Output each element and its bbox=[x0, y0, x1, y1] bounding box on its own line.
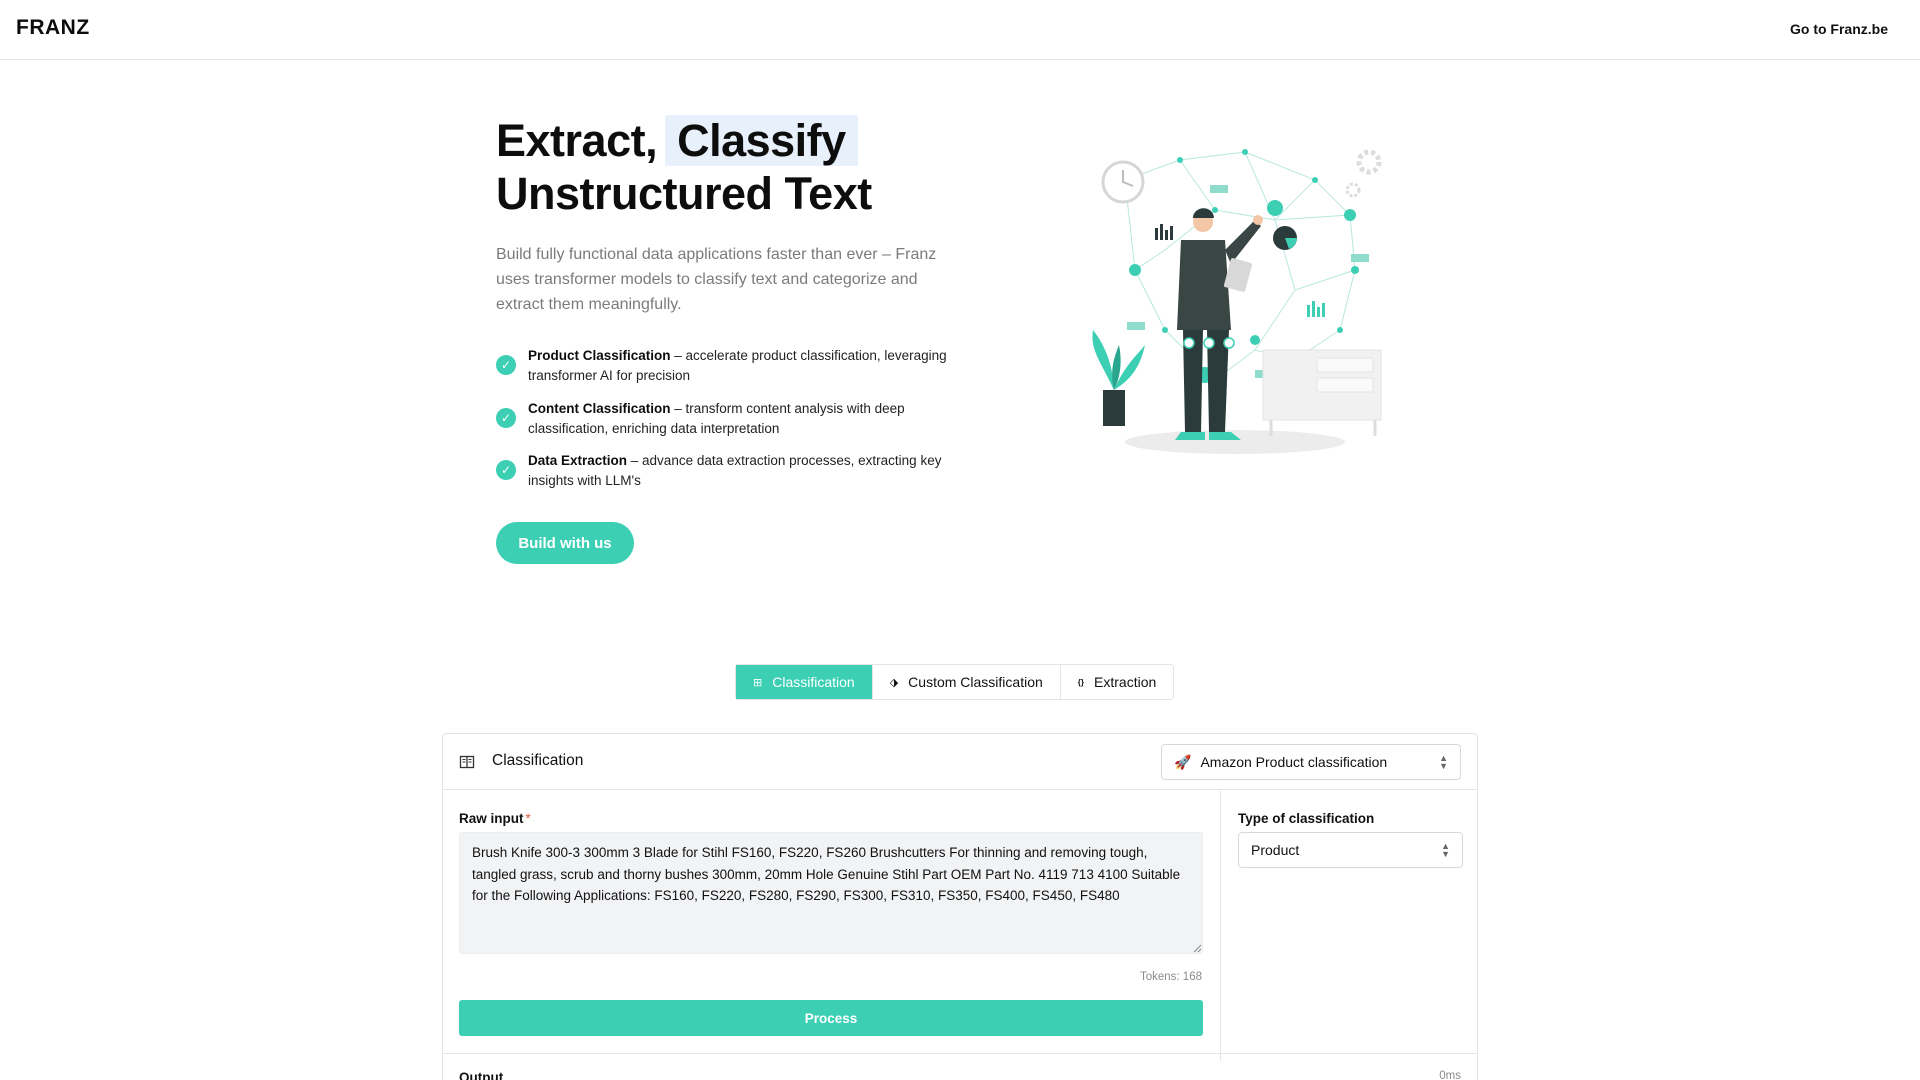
go-to-franz-link[interactable]: Go to Franz.be bbox=[1790, 21, 1888, 37]
feature-item: ✓ Data Extraction – advance data extract… bbox=[496, 451, 976, 491]
output-section: Output 0ms bbox=[443, 1053, 1477, 1080]
preset-select[interactable]: 🚀 Amazon Product classification ▲ ▼ bbox=[1161, 744, 1461, 780]
rocket-icon: 🚀 bbox=[1174, 753, 1192, 770]
tag-icon: ⬗ bbox=[889, 676, 899, 689]
classification-panel: Classification 🚀 Amazon Product classifi… bbox=[442, 733, 1478, 1080]
top-navbar: FRANZ Go to Franz.be bbox=[0, 0, 1920, 60]
preset-select-value: Amazon Product classification bbox=[1200, 754, 1388, 770]
hero-title-part1: Extract, bbox=[496, 115, 658, 166]
hero-subtitle: Build fully functional data applications… bbox=[496, 246, 937, 313]
hero-illustration bbox=[1092, 149, 1382, 454]
raw-input-label: Raw input * bbox=[459, 811, 531, 826]
input-column: Raw input * Brush Knife 300-3 300mm 3 Bla… bbox=[443, 791, 1221, 1061]
output-time: 0ms bbox=[1439, 1070, 1461, 1080]
classification-type-value: Product bbox=[1251, 842, 1300, 858]
hero-title-line2: Unstructured Text bbox=[496, 168, 872, 219]
tab-label: Custom Classification bbox=[908, 674, 1043, 690]
resize-handle-icon[interactable] bbox=[1193, 944, 1202, 953]
output-label: Output bbox=[459, 1070, 504, 1080]
token-count: Tokens: 168 bbox=[1139, 971, 1202, 983]
check-circle-icon: ✓ bbox=[496, 355, 516, 375]
feature-title: Content Classification bbox=[528, 401, 671, 416]
classification-type-select[interactable]: Product ▲ ▼ bbox=[1238, 832, 1463, 868]
tab-label: Classification bbox=[772, 674, 855, 690]
tab-custom-classification[interactable]: ⬗ Custom Classification bbox=[873, 665, 1061, 699]
required-marker: * bbox=[525, 811, 531, 826]
tab-extraction[interactable]: {} Extraction bbox=[1061, 665, 1173, 699]
classification-type-label: Type of classification bbox=[1238, 811, 1375, 826]
feature-item: ✓ Product Classification – accelerate pr… bbox=[496, 346, 976, 386]
hero-title: Extract, Classify Unstructured Text bbox=[496, 114, 872, 220]
feature-title: Data Extraction bbox=[528, 453, 628, 468]
build-with-us-button[interactable]: Build with us bbox=[496, 522, 634, 564]
hero-title-highlight: Classify bbox=[665, 115, 858, 166]
process-button[interactable]: Process bbox=[459, 1000, 1203, 1036]
json-icon: {} bbox=[1077, 677, 1085, 687]
check-circle-icon: ✓ bbox=[496, 408, 516, 428]
grid-icon: ⊞ bbox=[753, 676, 763, 689]
tab-classification[interactable]: ⊞ Classification bbox=[736, 665, 873, 699]
chevron-updown-icon: ▲ ▼ bbox=[1439, 753, 1448, 771]
check-circle-icon: ✓ bbox=[496, 460, 516, 480]
chevron-updown-icon: ▲ ▼ bbox=[1441, 841, 1450, 859]
tab-label: Extraction bbox=[1094, 674, 1157, 690]
mode-tabs: ⊞ Classification ⬗ Custom Classification… bbox=[735, 664, 1175, 700]
book-icon bbox=[459, 755, 475, 769]
feature-title: Product Classification bbox=[528, 348, 671, 363]
panel-title: Classification bbox=[492, 752, 584, 769]
panel-header: Classification 🚀 Amazon Product classifi… bbox=[443, 734, 1477, 790]
raw-input-field[interactable]: Brush Knife 300-3 300mm 3 Blade for Stih… bbox=[459, 832, 1203, 954]
options-column: Type of classification Product ▲ ▼ bbox=[1222, 791, 1477, 1061]
feature-item: ✓ Content Classification – transform con… bbox=[496, 399, 976, 439]
logo[interactable]: FRANZ bbox=[16, 16, 90, 40]
